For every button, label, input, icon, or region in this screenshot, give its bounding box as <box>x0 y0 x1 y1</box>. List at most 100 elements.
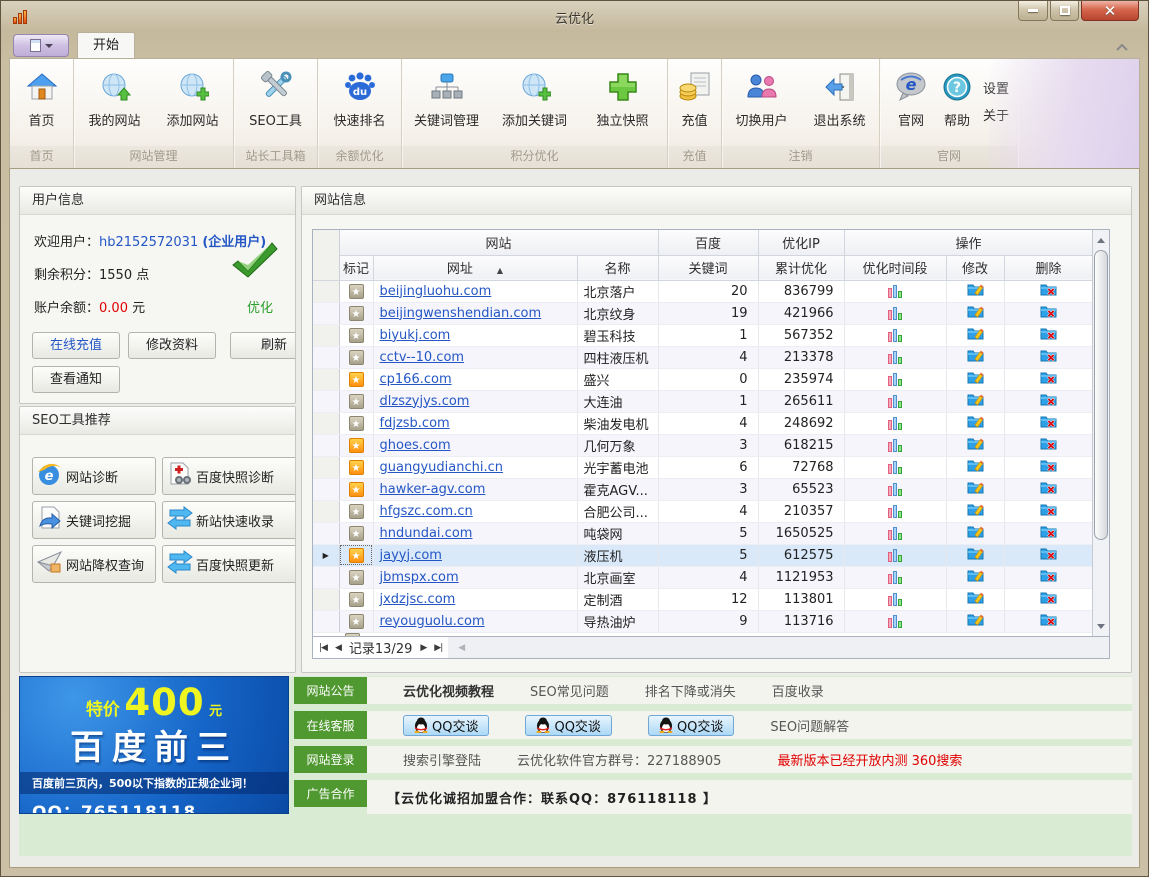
table-row[interactable]: hfgszc.com.cn 合肥公司... 4 210357 <box>313 500 1093 522</box>
star-icon[interactable] <box>349 284 364 299</box>
period-cell[interactable] <box>844 280 946 302</box>
ribbon-snapshot-button[interactable]: 独立快照 <box>580 64 666 129</box>
modify-cell[interactable] <box>946 346 1004 368</box>
period-cell[interactable] <box>844 390 946 412</box>
mark-cell[interactable] <box>339 324 373 346</box>
star-icon[interactable] <box>349 526 364 541</box>
modify-cell[interactable] <box>946 588 1004 610</box>
star-icon[interactable] <box>349 460 364 475</box>
star-icon[interactable] <box>349 372 364 387</box>
mark-cell[interactable] <box>339 478 373 500</box>
bar-chart-icon[interactable] <box>888 527 902 540</box>
star-icon[interactable] <box>349 482 364 497</box>
star-icon[interactable] <box>349 570 364 585</box>
url-cell[interactable]: cctv--10.com <box>373 346 577 368</box>
delete-cell[interactable] <box>1004 456 1093 478</box>
announce-link[interactable]: 云优化视频教程 <box>403 681 494 700</box>
edit-profile-button[interactable]: 修改资料 <box>128 332 216 359</box>
modify-cell[interactable] <box>946 478 1004 500</box>
url-cell[interactable]: fdjzsb.com <box>373 412 577 434</box>
bar-chart-icon[interactable] <box>888 505 902 518</box>
close-button[interactable]: ✕ <box>1081 1 1139 21</box>
bar-chart-icon[interactable] <box>888 483 902 496</box>
mark-cell[interactable] <box>339 610 373 632</box>
url-cell[interactable]: hawker-agv.com <box>373 478 577 500</box>
url-cell[interactable]: dlzszyjys.com <box>373 390 577 412</box>
mark-cell[interactable] <box>339 544 373 566</box>
delete-cell[interactable] <box>1004 434 1093 456</box>
ribbon-exit-button[interactable]: 退出系统 <box>802 64 878 129</box>
star-icon[interactable] <box>349 614 364 629</box>
modify-cell[interactable] <box>946 434 1004 456</box>
col-header-url[interactable]: 网址▲ <box>373 255 577 280</box>
pager-next-button[interactable]: ▶ <box>420 643 426 653</box>
delete-cell[interactable] <box>1004 302 1093 324</box>
pager-prev-button[interactable]: ◀ <box>335 643 341 653</box>
table-row[interactable]: hawker-agv.com 霍克AGV... 3 65523 <box>313 478 1093 500</box>
site-diagnose-button[interactable]: e 网站诊断 <box>32 457 156 495</box>
period-cell[interactable] <box>844 368 946 390</box>
period-cell[interactable] <box>844 478 946 500</box>
table-row[interactable]: fdjzsb.com 柴油发电机 4 248692 <box>313 412 1093 434</box>
mark-cell[interactable] <box>339 434 373 456</box>
tab-start[interactable]: 开始 <box>77 32 135 58</box>
ribbon-recharge-button[interactable]: 充值 <box>671 64 719 129</box>
ribbon-add-site-button[interactable]: 添加网站 <box>155 64 231 129</box>
url-cell[interactable]: guangyudianchi.cn <box>373 456 577 478</box>
mark-cell[interactable] <box>339 302 373 324</box>
qq-chat-button[interactable]: QQ交谈 <box>648 715 734 736</box>
pager-last-button[interactable]: ▶| <box>434 643 442 653</box>
delete-cell[interactable] <box>1004 544 1093 566</box>
star-icon[interactable] <box>349 394 364 409</box>
delete-cell[interactable] <box>1004 324 1093 346</box>
scroll-down-icon[interactable] <box>1093 618 1109 634</box>
delete-cell[interactable] <box>1004 566 1093 588</box>
bar-chart-icon[interactable] <box>888 329 902 342</box>
qq-chat-button[interactable]: QQ交谈 <box>525 715 611 736</box>
delete-cell[interactable] <box>1004 346 1093 368</box>
mark-cell[interactable] <box>339 412 373 434</box>
ribbon-fast-rank-button[interactable]: du 快速排名 <box>324 64 396 129</box>
table-row[interactable]: reyouguolu.com 导热油炉 9 113716 <box>313 610 1093 632</box>
modify-cell[interactable] <box>946 544 1004 566</box>
period-cell[interactable] <box>844 302 946 324</box>
fast-include-button[interactable]: 新站快速收录 <box>162 501 296 539</box>
seo-answer-link[interactable]: SEO问题解答 <box>770 716 849 735</box>
bar-chart-icon[interactable] <box>888 417 902 430</box>
ribbon-collapse-button[interactable] <box>1116 41 1128 56</box>
star-icon[interactable] <box>349 438 364 453</box>
url-cell[interactable]: jayyj.com <box>373 544 577 566</box>
announce-link[interactable]: 百度收录 <box>772 681 824 700</box>
star-icon[interactable] <box>349 350 364 365</box>
col-header-delete[interactable]: 删除 <box>1004 255 1093 280</box>
delete-cell[interactable] <box>1004 478 1093 500</box>
app-menu-button[interactable] <box>13 34 69 57</box>
ribbon-my-sites-button[interactable]: 我的网站 <box>77 64 153 129</box>
ribbon-seo-tools-button[interactable]: SEO工具 <box>240 64 312 129</box>
table-row[interactable]: beijingwenshendian.com 北京纹身 19 421966 <box>313 302 1093 324</box>
star-icon[interactable] <box>349 306 364 321</box>
modify-cell[interactable] <box>946 324 1004 346</box>
ribbon-settings-button[interactable]: 设置 <box>983 78 1009 97</box>
modify-cell[interactable] <box>946 456 1004 478</box>
keyword-dig-button[interactable]: 关键词挖掘 <box>32 501 156 539</box>
mark-cell[interactable] <box>339 522 373 544</box>
url-cell[interactable]: hfgszc.com.cn <box>373 500 577 522</box>
url-cell[interactable]: beijingwenshendian.com <box>373 302 577 324</box>
period-cell[interactable] <box>844 456 946 478</box>
announce-link[interactable]: 排名下降或消失 <box>645 681 736 700</box>
delete-cell[interactable] <box>1004 390 1093 412</box>
mark-cell[interactable] <box>339 588 373 610</box>
bar-chart-icon[interactable] <box>888 373 902 386</box>
table-row[interactable]: beijingluohu.com 北京落户 20 836799 <box>313 280 1093 302</box>
view-notice-button[interactable]: 查看通知 <box>32 366 120 393</box>
col-header-modify[interactable]: 修改 <box>946 255 1004 280</box>
snapshot-update-button[interactable]: 百度快照更新 <box>162 545 296 583</box>
modify-cell[interactable] <box>946 390 1004 412</box>
modify-cell[interactable] <box>946 500 1004 522</box>
col-header-name[interactable]: 名称 <box>577 255 658 280</box>
col-header-keyword[interactable]: 关键词 <box>658 255 758 280</box>
col-header-mark[interactable]: 标记 <box>339 255 373 280</box>
table-row[interactable]: ghoes.com 几何万象 3 618215 <box>313 434 1093 456</box>
period-cell[interactable] <box>844 346 946 368</box>
